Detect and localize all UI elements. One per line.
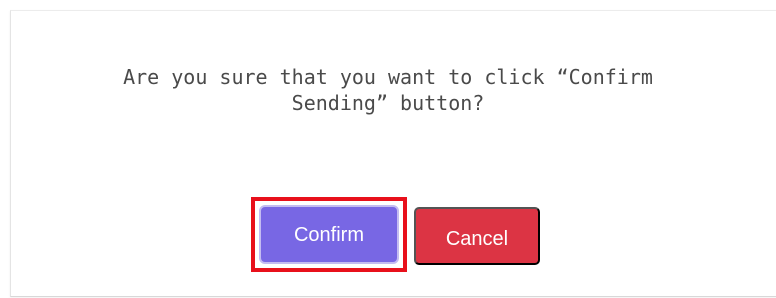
dialog-message-line-2: Sending” button? [291,91,485,115]
confirm-button[interactable]: Confirm [259,205,399,264]
dialog-message: Are you sure that you want to click “Con… [0,64,776,116]
page: Are you sure that you want to click “Con… [0,0,776,298]
dialog-message-line-1: Are you sure that you want to click “Con… [123,65,653,89]
cancel-button[interactable]: Cancel [414,207,540,265]
